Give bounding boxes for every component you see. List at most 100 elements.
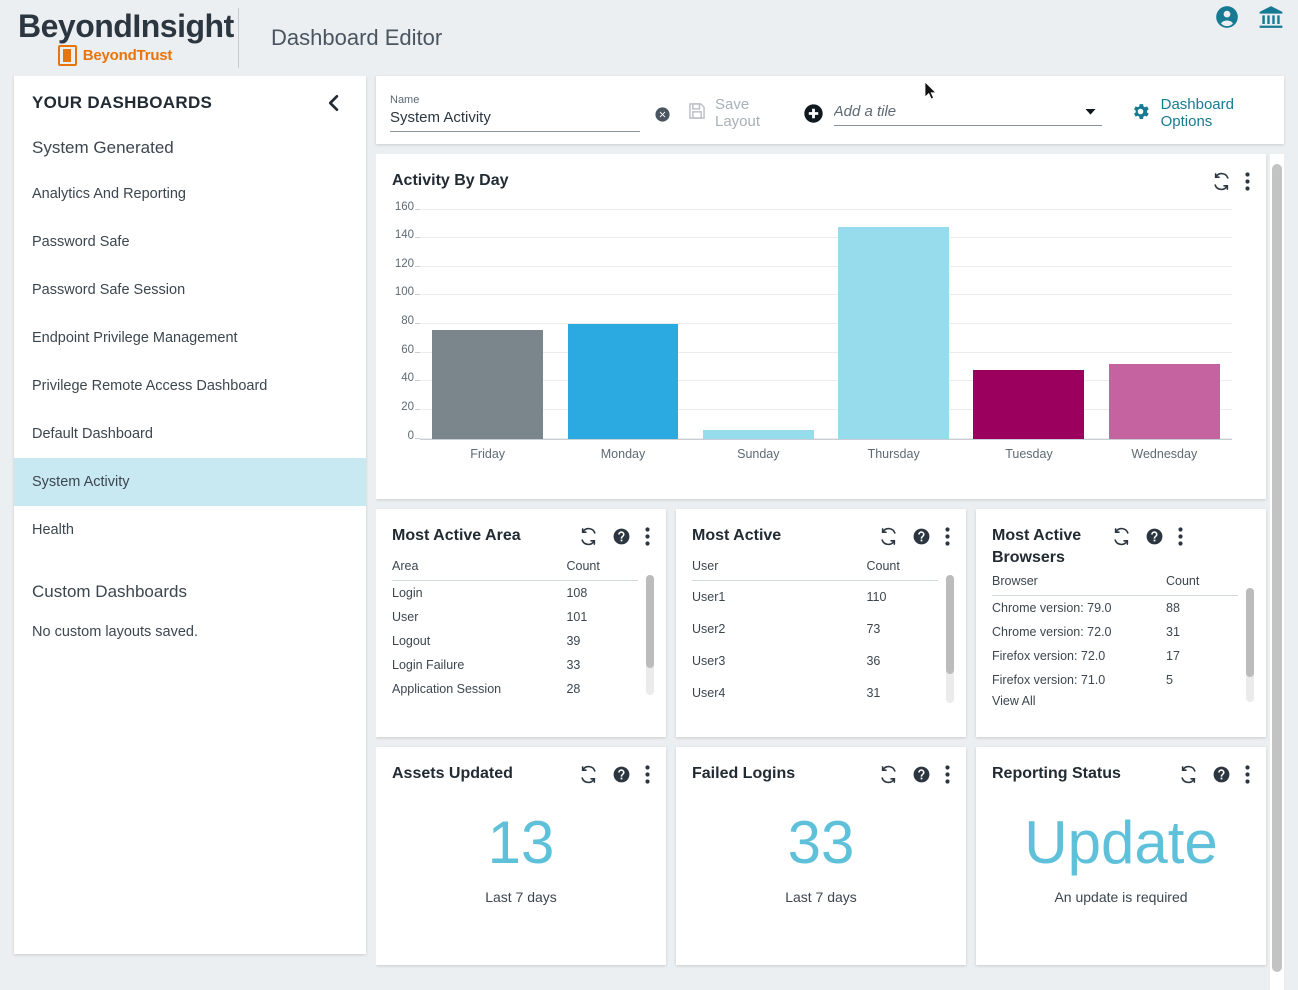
kebab-menu-icon[interactable] xyxy=(1178,527,1183,546)
table-header-row: Browser Count xyxy=(992,568,1238,596)
column-header-user[interactable]: User xyxy=(692,553,866,581)
sidebar-item-default-dashboard[interactable]: Default Dashboard xyxy=(14,410,366,458)
tile-title: Most Active xyxy=(692,525,879,547)
user-circle-icon[interactable] xyxy=(1214,4,1240,35)
kebab-menu-icon[interactable] xyxy=(645,527,650,546)
table-header-row: User Count xyxy=(692,553,938,581)
dashboard-options-button[interactable]: Dashboard Options xyxy=(1130,96,1270,130)
cell-label: Logout xyxy=(392,629,566,653)
chevron-left-icon[interactable] xyxy=(324,92,344,114)
kebab-menu-icon[interactable] xyxy=(945,765,950,784)
refresh-icon[interactable] xyxy=(1212,172,1231,191)
kebab-menu-icon[interactable] xyxy=(1245,172,1250,191)
brand-company-lockup: BeyondTrust xyxy=(18,45,228,66)
scrollbar-thumb[interactable] xyxy=(1246,588,1254,677)
most-active-table: User Count User1110User273User336User431 xyxy=(692,553,938,709)
table-row[interactable]: Login Failure33 xyxy=(392,653,638,677)
scrollbar-thumb[interactable] xyxy=(1272,164,1282,972)
table-row[interactable]: Firefox version: 71.05 xyxy=(992,668,1238,692)
help-circle-icon[interactable] xyxy=(1145,527,1164,546)
tile-header: Reporting Status xyxy=(976,747,1266,785)
brand-company: BeyondTrust xyxy=(83,47,172,64)
help-circle-icon[interactable] xyxy=(1212,765,1231,784)
column-header-count[interactable]: Count xyxy=(866,553,938,581)
sidebar-item-endpoint-privilege-management[interactable]: Endpoint Privilege Management xyxy=(14,314,366,362)
cell-count: 5 xyxy=(1166,668,1238,692)
sidebar: YOUR DASHBOARDS System Generated Analyti… xyxy=(14,76,366,954)
table-row[interactable]: Firefox version: 72.017 xyxy=(992,644,1238,668)
cell-count: 17 xyxy=(1166,644,1238,668)
add-tile-input[interactable] xyxy=(834,100,1102,126)
table-scrollbar[interactable] xyxy=(1246,588,1254,702)
table-row[interactable]: Application Session28 xyxy=(392,677,638,701)
chart-bar[interactable] xyxy=(432,330,543,439)
help-circle-icon[interactable] xyxy=(612,527,631,546)
cell-count: 88 xyxy=(1166,596,1238,621)
chart-bar[interactable] xyxy=(838,227,949,439)
y-axis-tick: 40 xyxy=(388,372,414,384)
table-row[interactable]: Login108 xyxy=(392,580,638,605)
sidebar-item-analytics-and-reporting[interactable]: Analytics And Reporting xyxy=(14,170,366,218)
tile-actions xyxy=(879,763,950,784)
kebab-menu-icon[interactable] xyxy=(645,765,650,784)
sidebar-item-privilege-remote-access-dashboard[interactable]: Privilege Remote Access Dashboard xyxy=(14,362,366,410)
chart-bar[interactable] xyxy=(568,324,679,439)
view-all-link[interactable]: View All xyxy=(992,692,1238,708)
clear-circle-icon[interactable] xyxy=(654,106,671,123)
plus-circle-icon[interactable] xyxy=(803,103,824,124)
sidebar-item-password-safe[interactable]: Password Safe xyxy=(14,218,366,266)
refresh-icon[interactable] xyxy=(579,527,598,546)
kebab-menu-icon[interactable] xyxy=(945,527,950,546)
dashboard-name-input[interactable] xyxy=(390,106,640,132)
table-row[interactable]: User1110 xyxy=(692,580,938,613)
save-layout-label: Save Layout xyxy=(715,96,785,130)
scrollbar-thumb[interactable] xyxy=(646,575,654,669)
tile-actions xyxy=(1112,525,1183,546)
table-row[interactable]: User431 xyxy=(692,677,938,709)
x-axis-label: Tuesday xyxy=(961,447,1096,461)
table-row[interactable]: User336 xyxy=(692,645,938,677)
scrollbar-thumb[interactable] xyxy=(946,575,954,675)
bank-icon[interactable] xyxy=(1258,4,1284,35)
refresh-icon[interactable] xyxy=(879,527,898,546)
column-header-area[interactable]: Area xyxy=(392,553,566,581)
refresh-icon[interactable] xyxy=(879,765,898,784)
cell-label: User1 xyxy=(692,580,866,613)
cell-count: 39 xyxy=(566,629,638,653)
tile-title: Most Active Area xyxy=(392,525,579,547)
tiles-container: Activity By Day xyxy=(376,154,1284,990)
refresh-icon[interactable] xyxy=(579,765,598,784)
page-scrollbar[interactable] xyxy=(1270,154,1284,990)
kebab-menu-icon[interactable] xyxy=(1245,765,1250,784)
table-scrollbar[interactable] xyxy=(946,575,954,703)
table-row[interactable]: Logout39 xyxy=(392,629,638,653)
column-header-count[interactable]: Count xyxy=(566,553,638,581)
tile-header: Most Active Area xyxy=(376,509,666,547)
help-circle-icon[interactable] xyxy=(612,765,631,784)
dashboard-name-field: Name xyxy=(390,88,640,132)
column-header-browser[interactable]: Browser xyxy=(992,568,1166,596)
refresh-icon[interactable] xyxy=(1179,765,1198,784)
save-layout-button[interactable]: Save Layout xyxy=(687,96,785,130)
stat-subtext: Last 7 days xyxy=(785,889,857,905)
sidebar-item-password-safe-session[interactable]: Password Safe Session xyxy=(14,266,366,314)
chart-x-axis-labels: FridayMondaySundayThursdayTuesdayWednesd… xyxy=(420,440,1232,461)
chart-bar[interactable] xyxy=(703,430,814,439)
sidebar-item-health[interactable]: Health xyxy=(14,506,366,554)
help-circle-icon[interactable] xyxy=(912,527,931,546)
refresh-icon[interactable] xyxy=(1112,527,1131,546)
table-row[interactable]: Chrome version: 79.088 xyxy=(992,596,1238,621)
column-header-count[interactable]: Count xyxy=(1166,568,1238,596)
table-row[interactable]: User273 xyxy=(692,613,938,645)
tile-title: Failed Logins xyxy=(692,763,879,785)
sidebar-item-system-activity[interactable]: System Activity xyxy=(14,458,366,506)
help-circle-icon[interactable] xyxy=(912,765,931,784)
table-row[interactable]: User101 xyxy=(392,605,638,629)
chart-bar-cell xyxy=(1097,210,1232,439)
stat-body: Update An update is required xyxy=(976,785,1266,905)
table-scrollbar[interactable] xyxy=(646,575,654,695)
chart-bar[interactable] xyxy=(1109,364,1220,438)
chart-bar[interactable] xyxy=(973,370,1084,439)
chevron-down-icon[interactable] xyxy=(1083,104,1098,119)
table-row[interactable]: Chrome version: 72.031 xyxy=(992,620,1238,644)
